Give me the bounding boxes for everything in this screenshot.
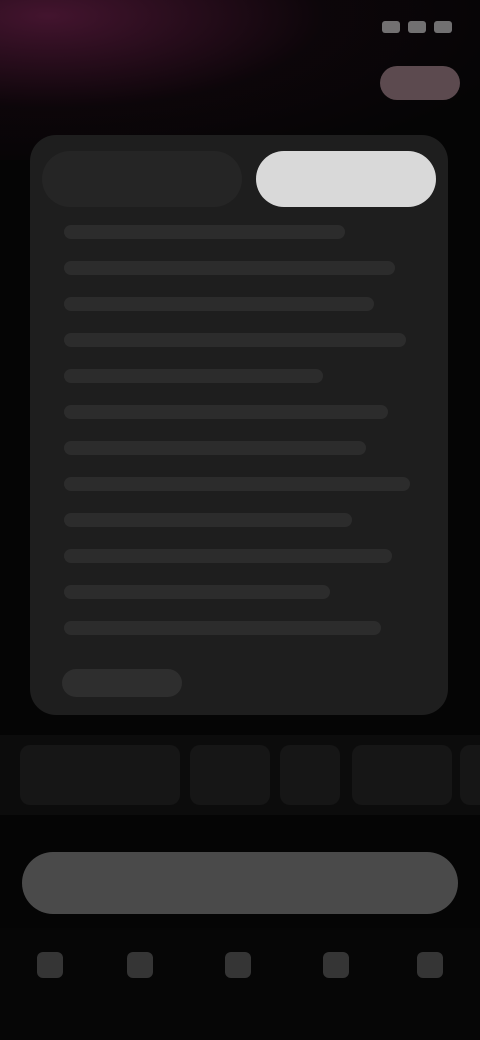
nav-item-search[interactable] <box>108 944 172 1014</box>
text-line <box>64 585 331 599</box>
text-line <box>64 405 388 419</box>
nav-item-library[interactable] <box>304 944 368 1014</box>
chip-2[interactable] <box>190 745 270 805</box>
add-icon <box>225 952 251 978</box>
battery-icon <box>434 21 452 33</box>
text-line <box>64 477 410 491</box>
chip-row <box>0 735 480 815</box>
page-title <box>24 72 224 96</box>
status-bar <box>0 0 480 56</box>
nav-item-add[interactable] <box>206 944 270 1014</box>
profile-icon <box>417 952 443 978</box>
search-icon <box>127 952 153 978</box>
text-line <box>64 333 406 347</box>
text-line <box>64 513 352 527</box>
bottom-navigation <box>0 928 480 1040</box>
signal-icon <box>382 21 400 33</box>
chip-1[interactable] <box>20 745 180 805</box>
tab-left[interactable] <box>42 151 242 207</box>
card-tabs <box>42 145 436 213</box>
text-line <box>64 261 396 275</box>
nav-item-home[interactable] <box>18 944 82 1014</box>
home-icon <box>37 952 63 978</box>
card-footer-label[interactable] <box>62 669 182 697</box>
text-line <box>64 549 392 563</box>
card-body-text <box>64 225 424 675</box>
text-line <box>64 441 367 455</box>
text-line <box>64 225 345 239</box>
status-icons <box>342 18 452 36</box>
text-line <box>64 621 381 635</box>
status-time <box>36 16 136 36</box>
header <box>0 56 480 112</box>
chip-5[interactable] <box>460 745 480 805</box>
library-icon <box>323 952 349 978</box>
primary-button[interactable] <box>22 852 458 914</box>
tab-right-selected[interactable] <box>256 151 436 207</box>
app-screen <box>0 0 480 1040</box>
chip-4[interactable] <box>352 745 452 805</box>
content-card <box>30 135 448 715</box>
text-line <box>64 369 324 383</box>
chip-3[interactable] <box>280 745 340 805</box>
nav-item-profile[interactable] <box>398 944 462 1014</box>
header-action-button[interactable] <box>380 66 460 100</box>
text-line <box>64 297 374 311</box>
wifi-icon <box>408 21 426 33</box>
